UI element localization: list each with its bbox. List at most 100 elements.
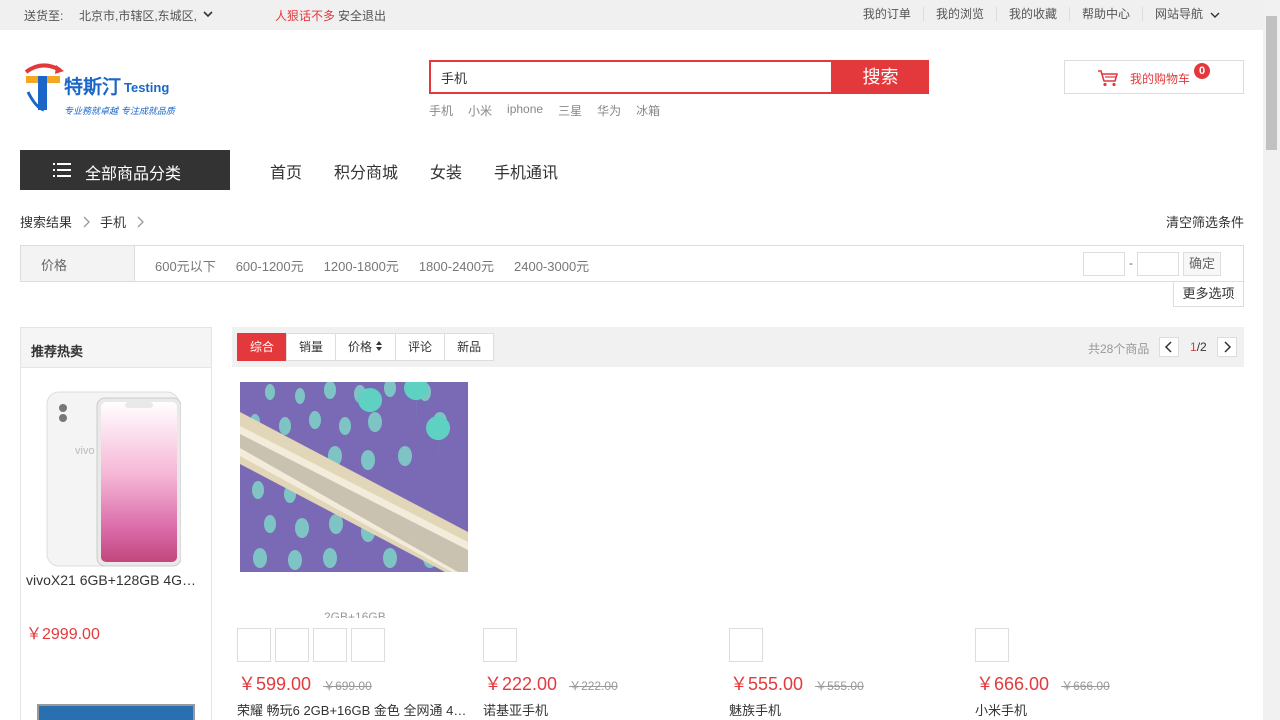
price-current: ￥222.00 — [484, 674, 558, 694]
product-name[interactable]: 荣耀 畅玩6 2GB+16GB 金色 全网通 4G手机 — [237, 700, 473, 719]
cart-label: 我的购物车 — [1130, 72, 1191, 86]
cart-icon — [1098, 70, 1119, 87]
hot-keyword[interactable]: 三星 — [558, 102, 582, 119]
ship-location[interactable]: 北京市,市辖区,东城区, — [79, 7, 197, 24]
main-nav: 首页 积分商城 女装 手机通讯 — [270, 159, 590, 183]
price-max-input[interactable] — [1137, 252, 1179, 276]
price-range-option[interactable]: 600元以下 — [155, 256, 216, 275]
sidebar-product-name[interactable]: vivoX21 6GB+128GB 4G全网通 全面屏 拍照手机 — [26, 570, 208, 591]
sidebar-title: 推荐热卖 — [21, 328, 211, 368]
product-name[interactable]: 诺基亚手机 — [483, 700, 723, 719]
hot-keyword[interactable]: 华为 — [597, 102, 621, 119]
page-total: /2 — [1196, 340, 1207, 354]
site-logo[interactable]: 特斯汀 Testing 专业務就卓越 专注成就品质 — [22, 62, 182, 118]
breadcrumb: 搜索结果 手机 — [20, 212, 154, 231]
more-options-button[interactable]: 更多选项 — [1173, 282, 1244, 307]
sort-bar: 综合 销量 价格 评论 新品 共28个商品 1/2 — [232, 327, 1244, 367]
chevron-right-icon — [137, 216, 144, 227]
svg-text:vivo: vivo — [75, 445, 95, 457]
product-image[interactable] — [37, 704, 195, 720]
my-favorites-link[interactable]: 我的收藏 — [995, 7, 1069, 21]
site-nav-link[interactable]: 网站导航 — [1141, 7, 1233, 21]
sort-composite-button[interactable]: 综合 — [237, 333, 288, 361]
nav-item-womens[interactable]: 女装 — [430, 159, 462, 183]
price-range-option[interactable]: 1800-2400元 — [419, 256, 494, 275]
sort-new-button[interactable]: 新品 — [444, 333, 495, 361]
sort-buttons: 综合 销量 价格 评论 新品 — [237, 333, 495, 361]
price-current: ￥666.00 — [976, 674, 1050, 694]
hot-keyword[interactable]: 小米 — [468, 102, 492, 119]
price-current: ￥599.00 — [238, 674, 312, 694]
brand-name-en: Testing — [124, 80, 170, 95]
breadcrumb-current[interactable]: 手机 — [100, 212, 126, 231]
price-range-option[interactable]: 1200-1800元 — [324, 256, 399, 275]
sort-reviews-button[interactable]: 评论 — [395, 333, 446, 361]
logo-mark-icon — [24, 63, 64, 112]
hot-keyword[interactable]: 手机 — [429, 102, 453, 119]
my-history-link[interactable]: 我的浏览 — [922, 7, 996, 21]
product-price: ￥666.00 ￥666.00 — [976, 670, 1110, 696]
brand-slogan: 专业務就卓越 专注成就品质 — [64, 107, 175, 117]
username-link[interactable]: 人狠话不多 — [275, 7, 335, 24]
product-image[interactable]: vivo — [45, 390, 181, 568]
cart-count-badge: 0 — [1194, 63, 1210, 79]
hot-keyword[interactable]: 冰箱 — [636, 102, 660, 119]
hot-keyword[interactable]: iphone — [507, 102, 543, 119]
scrollbar-thumb[interactable] — [1266, 16, 1277, 150]
price-filter: 价格 600元以下 600-1200元 1200-1800元 1800-2400… — [20, 245, 1244, 282]
price-range-option[interactable]: 600-1200元 — [236, 256, 304, 275]
product-thumbnail[interactable] — [237, 628, 271, 662]
price-current: ￥555.00 — [730, 674, 804, 694]
nav-item-phones[interactable]: 手机通讯 — [494, 159, 558, 183]
price-range-option[interactable]: 2400-3000元 — [514, 256, 589, 275]
product-price: ￥222.00 ￥222.00 — [484, 670, 618, 696]
search-button[interactable]: 搜索 — [832, 60, 929, 94]
product-thumbnail[interactable] — [351, 628, 385, 662]
page-scrollbar[interactable] — [1263, 0, 1280, 720]
my-orders-link[interactable]: 我的订单 — [851, 7, 923, 21]
page-current: 1 — [1190, 340, 1197, 354]
cart-button[interactable]: 我的购物车 0 — [1064, 60, 1244, 94]
product-image[interactable] — [240, 382, 468, 572]
chevron-right-icon — [83, 216, 90, 227]
chevron-right-icon — [1224, 341, 1232, 353]
logout-link[interactable]: 安全退出 — [338, 7, 386, 24]
sort-arrows-icon — [376, 341, 383, 351]
price-range-options: 600元以下 600-1200元 1200-1800元 1800-2400元 2… — [155, 256, 609, 275]
search-input[interactable] — [431, 62, 831, 92]
product-thumbnail[interactable] — [729, 628, 763, 662]
price-confirm-button[interactable]: 确定 — [1183, 252, 1221, 276]
clear-filters-link[interactable]: 清空筛选条件 — [1166, 212, 1244, 231]
product-thumbnail[interactable] — [275, 628, 309, 662]
search-box — [429, 60, 833, 94]
product-thumbnails — [729, 628, 767, 662]
product-thumbnail[interactable] — [313, 628, 347, 662]
prev-page-button[interactable] — [1159, 337, 1179, 357]
chevron-left-icon — [1164, 341, 1172, 353]
product-price: ￥555.00 ￥555.00 — [730, 670, 864, 696]
help-center-link[interactable]: 帮助中心 — [1068, 7, 1142, 21]
chevron-down-icon — [1210, 12, 1220, 18]
product-thumbnail[interactable] — [975, 628, 1009, 662]
nav-item-home[interactable]: 首页 — [270, 159, 302, 183]
product-name[interactable]: 魅族手机 — [729, 700, 969, 719]
brand-name: 特斯汀 — [64, 77, 122, 98]
all-categories-label: 全部商品分类 — [85, 166, 182, 183]
product-thumbnail[interactable] — [483, 628, 517, 662]
all-categories-button[interactable]: 全部商品分类 — [20, 150, 230, 190]
product-thumbnails — [975, 628, 1013, 662]
next-page-button[interactable] — [1217, 337, 1237, 357]
price-min-input[interactable] — [1083, 252, 1125, 276]
price-original: ￥222.00 — [569, 679, 618, 693]
sort-sales-button[interactable]: 销量 — [286, 333, 337, 361]
product-price: ￥599.00 ￥699.00 — [238, 670, 372, 696]
product-name[interactable]: 小米手机 — [975, 700, 1215, 719]
chevron-down-icon[interactable] — [202, 8, 214, 20]
page-indicator: 1/2 — [1190, 340, 1207, 354]
menu-icon — [53, 163, 71, 177]
product-thumbnails — [237, 628, 389, 662]
nav-item-points-mall[interactable]: 积分商城 — [334, 159, 398, 183]
price-range-dash: - — [1129, 256, 1133, 270]
breadcrumb-root[interactable]: 搜索结果 — [20, 212, 72, 231]
sort-price-button[interactable]: 价格 — [335, 333, 397, 361]
